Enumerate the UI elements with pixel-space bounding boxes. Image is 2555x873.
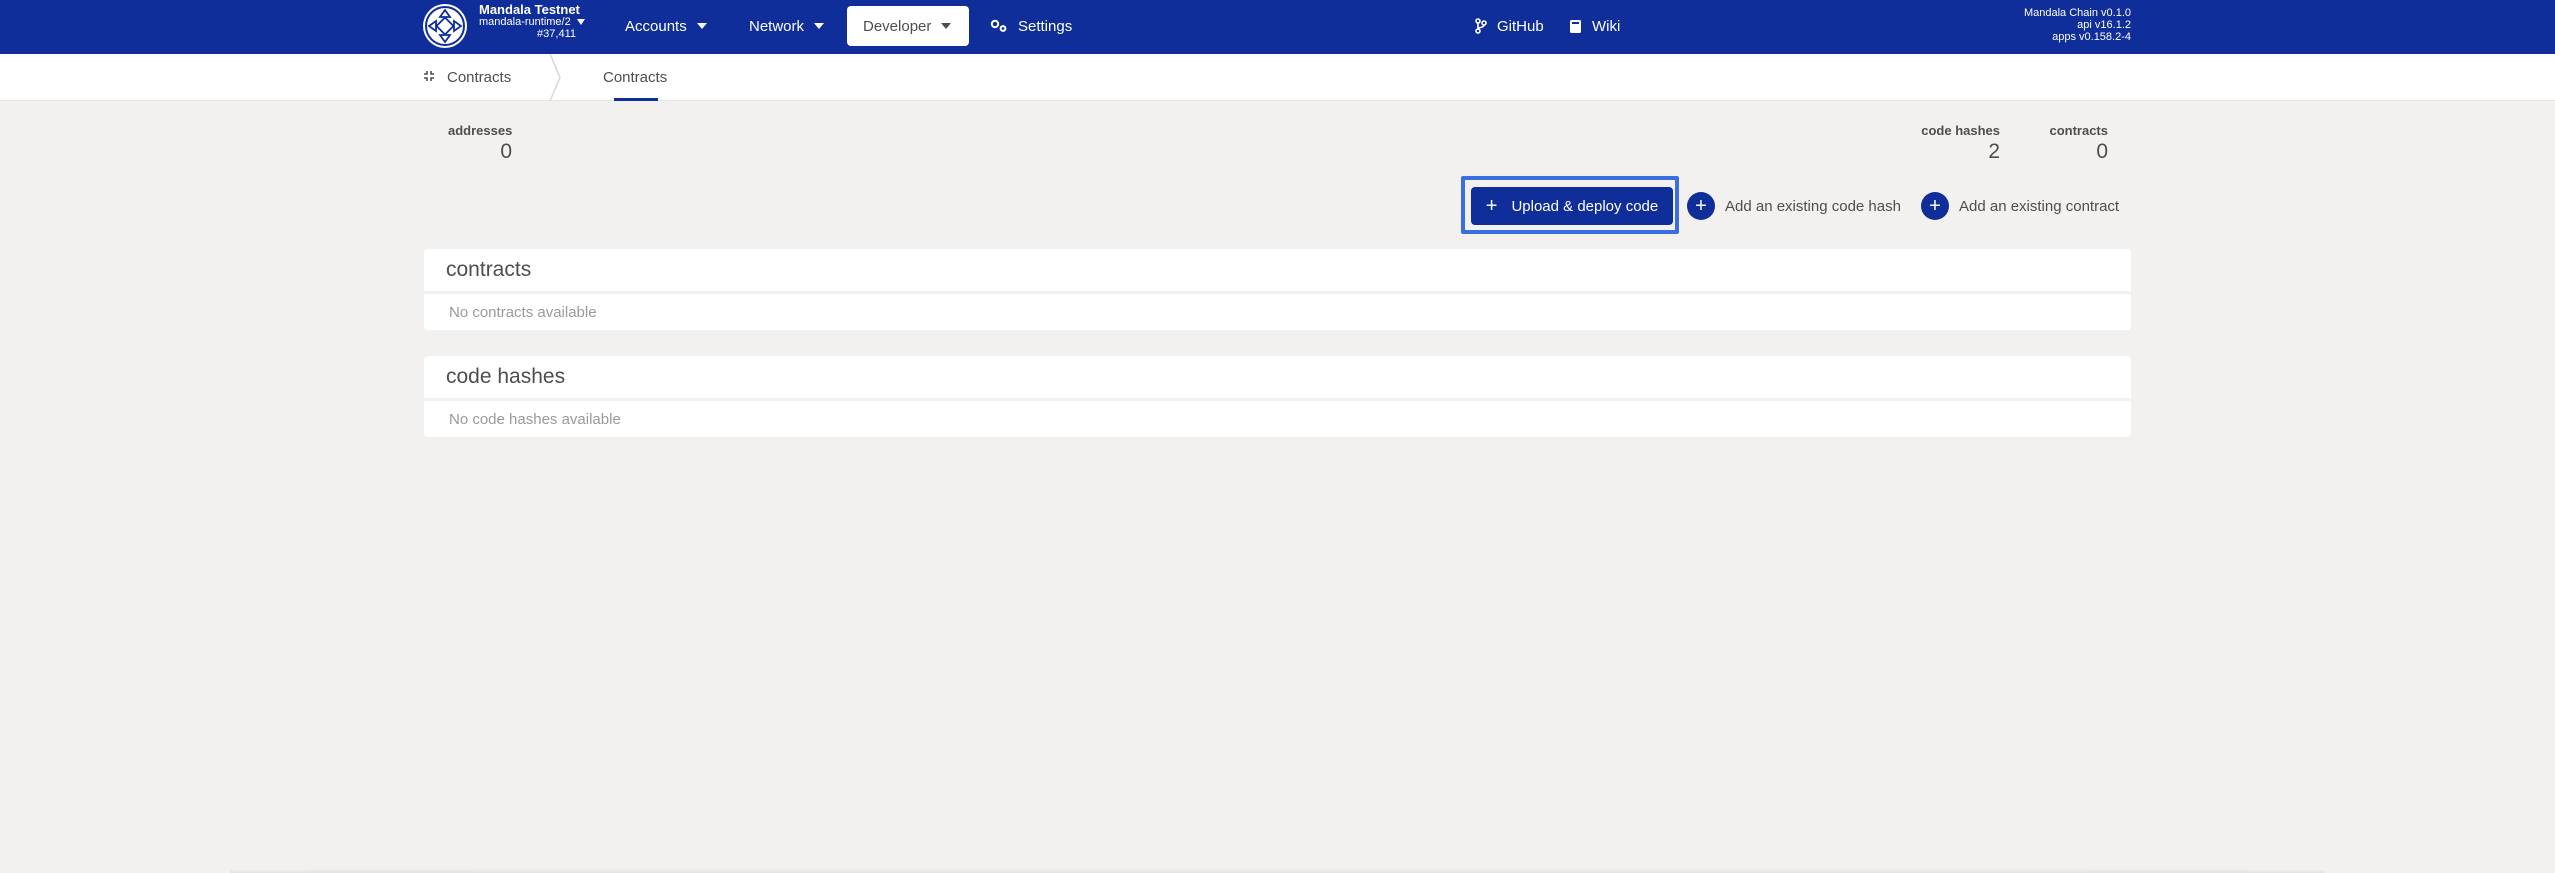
best-block-number: #37,411 [537, 28, 576, 40]
branch-icon [1475, 18, 1487, 34]
chevron-down-icon [696, 23, 707, 29]
contracts-tab-icon [423, 69, 435, 86]
summary-code-hashes-label: code hashes [1921, 123, 2000, 138]
menu-settings[interactable]: Settings [976, 6, 1088, 46]
plus-icon: + [1921, 192, 1949, 220]
tab-contracts[interactable]: Contracts [603, 54, 667, 101]
code-hashes-empty-message: No code hashes available [424, 401, 2131, 437]
top-navigation-bar: Mandala Testnet mandala-runtime/2 #37,41… [0, 0, 2555, 54]
chain-logo-icon[interactable] [423, 4, 467, 48]
chevron-down-icon [941, 23, 952, 29]
tab-bar: Contracts Contracts [0, 54, 2555, 101]
bottom-shadow [230, 868, 2325, 873]
contracts-section: contracts No contracts available [424, 249, 2131, 330]
active-tab-indicator [614, 98, 658, 101]
summary-contracts: contracts 0 [2030, 123, 2108, 164]
link-github[interactable]: GitHub [1459, 6, 1560, 46]
upload-deploy-button[interactable]: + Upload & deploy code [1471, 187, 1673, 225]
contracts-empty-message: No contracts available [424, 294, 2131, 330]
code-hashes-section-title: code hashes [424, 356, 2131, 398]
tab-root-contracts[interactable]: Contracts [423, 54, 511, 101]
chain-name: Mandala Testnet [479, 2, 580, 17]
link-wiki-label: Wiki [1592, 17, 1621, 35]
summary-addresses: addresses 0 [448, 123, 512, 164]
upload-deploy-label: Upload & deploy code [1511, 197, 1659, 215]
contracts-section-title: contracts [424, 249, 2131, 291]
add-contract-label: Add an existing contract [1959, 197, 2120, 215]
menu-accounts-label: Accounts [625, 17, 687, 35]
tab-root-label: Contracts [447, 69, 512, 86]
chevron-down-icon [814, 23, 825, 29]
plus-icon: + [1687, 192, 1715, 220]
menu-network[interactable]: Network [733, 6, 840, 46]
api-version: api v16.1.2 [2077, 19, 2131, 31]
version-info: Mandala Chain v0.1.0 api v16.1.2 apps v0… [2024, 7, 2131, 43]
summary-addresses-label: addresses [448, 123, 513, 138]
tab-contracts-label: Contracts [603, 69, 668, 86]
menu-developer-label: Developer [863, 17, 932, 35]
code-hashes-section: code hashes No code hashes available [424, 356, 2131, 437]
add-contract-button[interactable]: + Add an existing contract [1921, 191, 2119, 221]
book-icon [1569, 19, 1582, 34]
summary-contracts-label: contracts [2049, 123, 2108, 138]
link-wiki[interactable]: Wiki [1553, 6, 1636, 46]
chain-selector[interactable]: Mandala Testnet mandala-runtime/2 #37,41… [479, 2, 585, 40]
link-github-label: GitHub [1497, 17, 1544, 35]
tab-separator-icon [549, 54, 561, 101]
menu-settings-label: Settings [1018, 17, 1073, 35]
plus-icon: + [1485, 195, 1498, 217]
summary-code-hashes: code hashes 2 [1910, 123, 2000, 164]
runtime-version: mandala-runtime/2 [479, 16, 585, 28]
chain-version: Mandala Chain v0.1.0 [2023, 7, 2131, 19]
menu-developer[interactable]: Developer [847, 6, 969, 46]
summary-contracts-value: 0 [2096, 140, 2108, 163]
gears-icon [990, 19, 1008, 33]
menu-accounts[interactable]: Accounts [609, 6, 723, 46]
add-code-hash-label: Add an existing code hash [1725, 197, 1901, 215]
add-code-hash-button[interactable]: + Add an existing code hash [1687, 191, 1901, 221]
apps-version: apps v0.158.2-4 [2052, 31, 2131, 43]
summary-code-hashes-value: 2 [1988, 140, 2000, 163]
summary-addresses-value: 0 [500, 140, 512, 163]
menu-network-label: Network [749, 17, 805, 35]
chevron-down-icon [576, 19, 585, 26]
